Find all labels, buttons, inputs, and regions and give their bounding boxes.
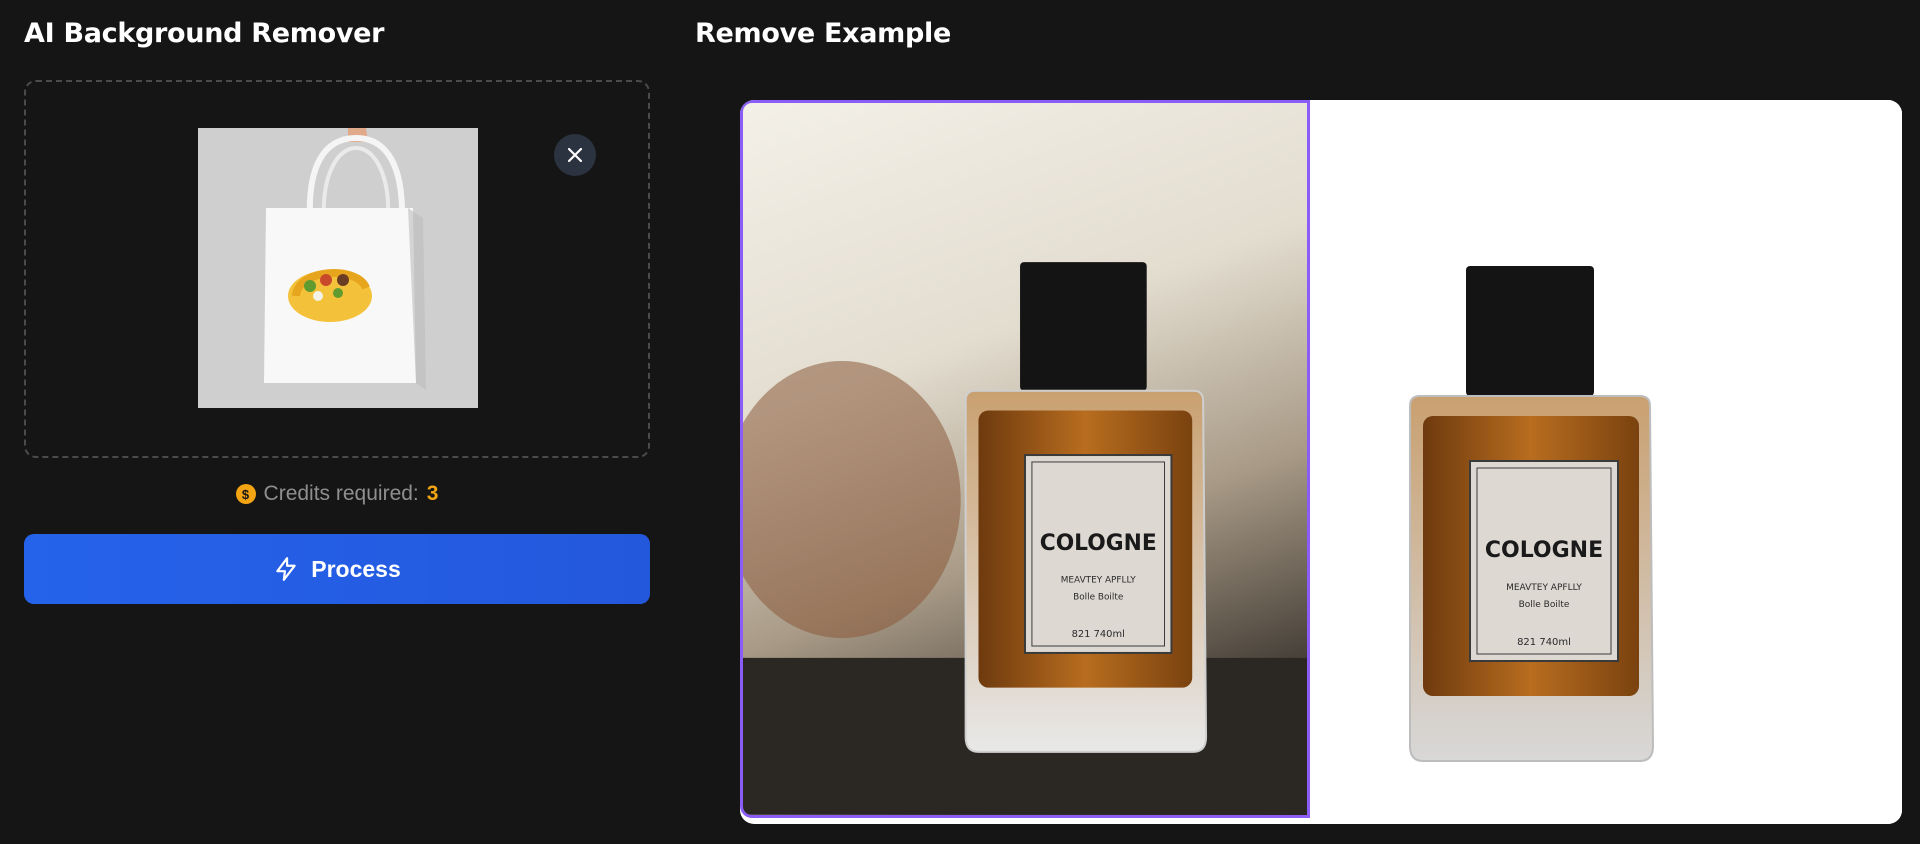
- example-title: Remove Example: [695, 18, 952, 49]
- bottle-line1: MEAVTEY APFLLY: [1061, 576, 1136, 586]
- after-image: COLOGNE MEAVTEY APFLLY Bolle Boilte 821 …: [1310, 100, 1902, 824]
- bottle-brand-after: COLOGNE: [1485, 538, 1603, 563]
- tote-bag-image: [198, 128, 478, 408]
- process-button[interactable]: Process: [24, 534, 650, 604]
- bottle-volume-after: 821 740ml: [1517, 637, 1571, 648]
- bottle-brand: COLOGNE: [1040, 531, 1157, 556]
- bottle-volume: 821 740ml: [1072, 629, 1125, 640]
- cologne-bottle-removed-bg: COLOGNE MEAVTEY APFLLY Bolle Boilte 821 …: [1310, 100, 1902, 824]
- bottle-line1-after: MEAVTEY APFLLY: [1506, 583, 1582, 593]
- cologne-bottle-original: COLOGNE MEAVTEY APFLLY Bolle Boilte 821 …: [743, 262, 1307, 815]
- before-image: COLOGNE MEAVTEY APFLLY Bolle Boilte 821 …: [740, 100, 1310, 818]
- credits-required: $ Credits required: 3: [24, 482, 650, 506]
- close-icon: [567, 147, 583, 163]
- coin-icon: $: [235, 484, 256, 504]
- process-button-label: Process: [311, 555, 401, 582]
- remove-example-comparison: COLOGNE MEAVTEY APFLLY Bolle Boilte 821 …: [740, 100, 1902, 824]
- bottle-line2-after: Bolle Boilte: [1519, 600, 1570, 610]
- bottle-line2: Bolle Boilte: [1073, 593, 1123, 603]
- page-title: AI Background Remover: [24, 18, 385, 49]
- credits-value: 3: [426, 482, 439, 505]
- upload-dropzone[interactable]: [24, 80, 650, 458]
- remove-image-button[interactable]: [554, 134, 596, 176]
- lightning-icon: [276, 557, 296, 581]
- uploaded-image-thumbnail: [198, 128, 478, 408]
- credits-label: Credits required:: [263, 482, 419, 505]
